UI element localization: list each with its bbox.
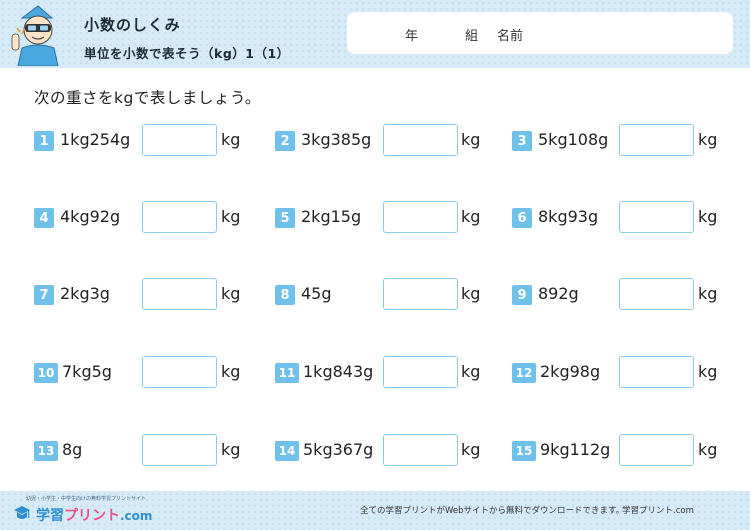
problem-text: 892g xyxy=(538,284,579,303)
header-band: 小数のしくみ 単位を小数で表そう（kg）1（1） 年 組 名前 xyxy=(0,0,750,68)
problem-item: 15 9kg112g kg xyxy=(512,434,727,468)
problem-item: 8 45g kg xyxy=(275,278,490,312)
problem-text: 45g xyxy=(301,284,332,303)
answer-box[interactable] xyxy=(619,278,694,310)
name-box[interactable]: 年 組 名前 xyxy=(347,12,733,54)
problem-item: 14 5kg367g kg xyxy=(275,434,490,468)
unit-label: kg xyxy=(221,207,241,226)
unit-label: kg xyxy=(221,130,241,149)
answer-box[interactable] xyxy=(383,278,458,310)
answer-box[interactable] xyxy=(619,124,694,156)
problem-item: 3 5kg108g kg xyxy=(512,124,727,158)
problem-text: 5kg108g xyxy=(538,130,609,149)
footer-site-link[interactable]: 学習プリント.com xyxy=(622,504,694,516)
answer-box[interactable] xyxy=(142,201,217,233)
answer-box[interactable] xyxy=(383,201,458,233)
answer-box[interactable] xyxy=(383,434,458,466)
footer-band: 幼児・小学生・中学生向けの無料学習プリントサイト 学習プリント.com 全ての学… xyxy=(0,491,750,530)
problem-number-badge: 13 xyxy=(34,441,58,461)
answer-box[interactable] xyxy=(619,356,694,388)
problem-text: 3kg385g xyxy=(301,130,372,149)
unit-label: kg xyxy=(461,130,481,149)
problem-text: 2kg15g xyxy=(301,207,362,226)
unit-label: kg xyxy=(698,207,718,226)
problem-item: 2 3kg385g kg xyxy=(275,124,490,158)
problem-text: 8g xyxy=(62,440,83,459)
problem-number-badge: 15 xyxy=(512,441,536,461)
unit-label: kg xyxy=(221,284,241,303)
problem-text: 1kg254g xyxy=(60,130,131,149)
problem-text: 8kg93g xyxy=(538,207,599,226)
problem-item: 4 4kg92g kg xyxy=(34,201,249,235)
page-subtitle: 単位を小数で表そう（kg）1（1） xyxy=(84,46,290,61)
problem-text: 9kg112g xyxy=(540,440,611,459)
problem-text: 7kg5g xyxy=(62,362,112,381)
unit-label: kg xyxy=(698,362,718,381)
problem-number-badge: 2 xyxy=(275,131,295,151)
problem-item: 5 2kg15g kg xyxy=(275,201,490,235)
name-label: 名前 xyxy=(497,29,524,44)
problem-number-badge: 11 xyxy=(275,363,299,383)
answer-box[interactable] xyxy=(383,356,458,388)
problem-text: 2kg3g xyxy=(60,284,110,303)
problem-item: 12 2kg98g kg xyxy=(512,356,727,390)
problem-number-badge: 4 xyxy=(34,208,54,228)
logo-tagline: 幼児・小学生・中学生向けの無料学習プリントサイト xyxy=(26,496,147,502)
answer-box[interactable] xyxy=(383,124,458,156)
problem-number-badge: 1 xyxy=(34,131,54,151)
unit-label: kg xyxy=(461,284,481,303)
problem-number-badge: 7 xyxy=(34,285,54,305)
unit-label: kg xyxy=(461,362,481,381)
problem-item: 10 7kg5g kg xyxy=(34,356,249,390)
answer-box[interactable] xyxy=(619,434,694,466)
problem-number-badge: 6 xyxy=(512,208,532,228)
problem-number-badge: 8 xyxy=(275,285,295,305)
unit-label: kg xyxy=(221,362,241,381)
unit-label: kg xyxy=(698,440,718,459)
logo-icon xyxy=(14,506,30,519)
unit-label: kg xyxy=(698,130,718,149)
answer-box[interactable] xyxy=(142,278,217,310)
problem-text: 2kg98g xyxy=(540,362,601,381)
problem-number-badge: 10 xyxy=(34,363,58,383)
problem-item: 11 1kg843g kg xyxy=(275,356,490,390)
problem-text: 5kg367g xyxy=(303,440,374,459)
answer-box[interactable] xyxy=(619,201,694,233)
problem-text: 4kg92g xyxy=(60,207,121,226)
logo-part1: 学習 xyxy=(36,508,64,524)
mascot-icon xyxy=(11,5,59,66)
problem-item: 7 2kg3g kg xyxy=(34,278,249,312)
unit-label: kg xyxy=(221,440,241,459)
logo-text[interactable]: 学習プリント.com xyxy=(36,505,152,525)
problem-item: 9 892g kg xyxy=(512,278,727,312)
year-label: 年 xyxy=(405,29,419,44)
unit-label: kg xyxy=(461,207,481,226)
answer-box[interactable] xyxy=(142,356,217,388)
problem-number-badge: 5 xyxy=(275,208,295,228)
unit-label: kg xyxy=(698,284,718,303)
problem-number-badge: 12 xyxy=(512,363,536,383)
page-title: 小数のしくみ xyxy=(84,16,181,34)
problem-number-badge: 9 xyxy=(512,285,532,305)
problem-number-badge: 14 xyxy=(275,441,299,461)
logo-part3: .com xyxy=(120,509,153,523)
problem-text: 1kg843g xyxy=(303,362,374,381)
class-label: 組 xyxy=(465,29,479,44)
answer-box[interactable] xyxy=(142,434,217,466)
logo-part2: プリント xyxy=(64,508,120,524)
footer-note: 全ての学習プリントがWebサイトから無料でダウンロードできます。 xyxy=(360,506,625,516)
problem-item: 13 8g kg xyxy=(34,434,249,468)
problem-item: 6 8kg93g kg xyxy=(512,201,727,235)
problem-number-badge: 3 xyxy=(512,131,532,151)
unit-label: kg xyxy=(461,440,481,459)
answer-box[interactable] xyxy=(142,124,217,156)
instruction-text: 次の重さをkgで表しましょう。 xyxy=(34,89,261,107)
problem-item: 1 1kg254g kg xyxy=(34,124,249,158)
